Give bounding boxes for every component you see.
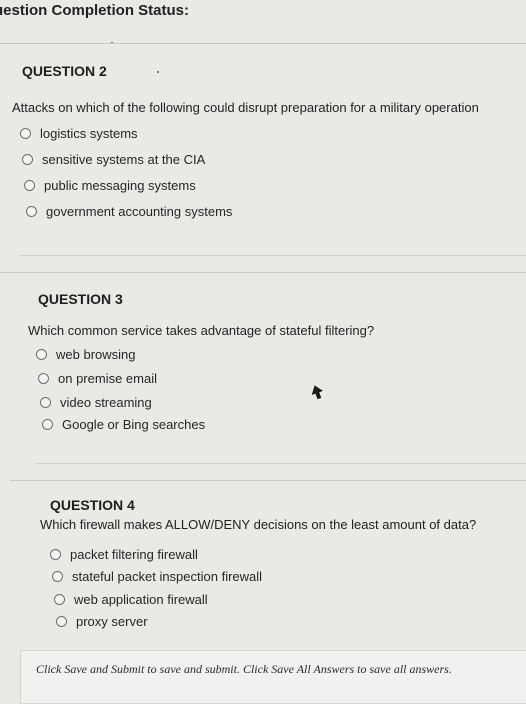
- mouse-cursor-icon: [311, 385, 323, 399]
- question-title: QUESTION 3: [38, 291, 123, 307]
- option-label: web browsing: [56, 347, 136, 362]
- radio-button[interactable]: [56, 616, 67, 627]
- radio-button[interactable]: [26, 206, 37, 217]
- answer-option[interactable]: proxy server: [56, 614, 148, 629]
- answer-option[interactable]: on premise email: [38, 371, 157, 386]
- completion-status-title: uestion Completion Status:: [0, 2, 189, 19]
- option-label: public messaging systems: [44, 178, 196, 193]
- radio-button[interactable]: [42, 419, 53, 430]
- option-label: government accounting systems: [46, 204, 233, 219]
- question-title: QUESTION 2: [22, 63, 107, 79]
- option-label: web application firewall: [74, 592, 208, 607]
- instructions-panel: [20, 650, 526, 704]
- question-text: Which common service takes advantage of …: [28, 323, 375, 338]
- option-label: video streaming: [60, 395, 152, 410]
- radio-button[interactable]: [22, 154, 33, 165]
- divider: [36, 463, 526, 464]
- question-title: QUESTION 4: [50, 497, 135, 513]
- dot-marker: [157, 71, 159, 73]
- divider: [10, 480, 526, 481]
- option-label: sensitive systems at the CIA: [42, 152, 206, 167]
- question-text: Which firewall makes ALLOW/DENY decision…: [40, 517, 477, 532]
- answer-option[interactable]: logistics systems: [20, 126, 138, 141]
- option-label: proxy server: [76, 614, 148, 629]
- answer-option[interactable]: video streaming: [40, 395, 152, 410]
- option-label: stateful packet inspection firewall: [72, 569, 263, 584]
- radio-button[interactable]: [40, 397, 51, 408]
- answer-option[interactable]: stateful packet inspection firewall: [52, 569, 262, 584]
- divider: [20, 255, 526, 256]
- answer-option[interactable]: packet filtering firewall: [50, 547, 198, 562]
- question-text: Attacks on which of the following could …: [12, 100, 479, 115]
- divider: [0, 272, 526, 273]
- radio-button[interactable]: [36, 349, 47, 360]
- radio-button[interactable]: [50, 549, 61, 560]
- divider: [0, 43, 526, 44]
- radio-button[interactable]: [20, 128, 31, 139]
- answer-option[interactable]: Google or Bing searches: [42, 417, 205, 432]
- answer-option[interactable]: web application firewall: [54, 592, 208, 607]
- option-label: packet filtering firewall: [70, 547, 198, 562]
- option-label: Google or Bing searches: [62, 417, 206, 432]
- radio-button[interactable]: [38, 373, 49, 384]
- radio-button[interactable]: [52, 571, 63, 582]
- option-label: logistics systems: [40, 126, 138, 141]
- answer-option[interactable]: web browsing: [36, 347, 136, 362]
- answer-option[interactable]: sensitive systems at the CIA: [22, 152, 205, 167]
- radio-button[interactable]: [54, 594, 65, 605]
- answer-option[interactable]: government accounting systems: [26, 204, 232, 219]
- save-instructions: Click Save and Submit to save and submit…: [36, 662, 452, 676]
- answer-option[interactable]: public messaging systems: [24, 178, 196, 193]
- radio-button[interactable]: [24, 180, 35, 191]
- option-label: on premise email: [58, 371, 157, 386]
